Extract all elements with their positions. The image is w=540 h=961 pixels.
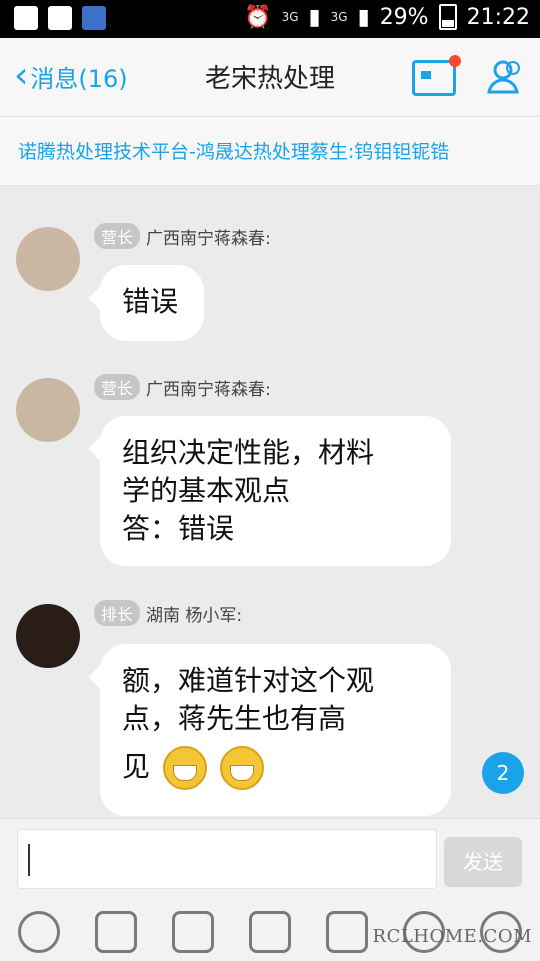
announcement-text: 诺腾热处理技术平台-鸿晟达热处理蔡生:钨钼钽铌锆	[18, 141, 450, 163]
clipboard-warning-icon	[14, 6, 38, 30]
microphone-icon[interactable]	[17, 911, 60, 953]
gallery-icon	[48, 6, 72, 30]
network-label-2: 3G	[330, 10, 348, 24]
message-line: 点，蒋先生也有高	[122, 702, 347, 735]
grin-emoji-icon	[162, 746, 207, 790]
message-line: 答：错误	[122, 512, 235, 545]
message-meta: 营长 广西南宁蒋森春:	[94, 223, 271, 249]
shield-app-icon	[82, 6, 106, 30]
sender-name: 广西南宁蒋森春:	[146, 379, 271, 400]
message-line: 额，难道针对这个观	[122, 664, 375, 697]
video-icon[interactable]	[94, 911, 137, 953]
camera-icon[interactable]	[248, 911, 291, 953]
status-bar: ⏰ 3G ▮ 3G ▮ 29% 21:22	[0, 0, 540, 38]
group-card-icon[interactable]	[412, 55, 461, 96]
message-line: 学的基本观点	[122, 474, 291, 507]
watermark: RCLHOME.COM	[372, 926, 532, 947]
grin-emoji-icon	[219, 746, 264, 790]
message-line-text: 见	[122, 750, 151, 783]
message-meta: 营长 广西南宁蒋森春:	[94, 374, 271, 400]
avatar[interactable]	[16, 378, 80, 442]
sender-name: 广西南宁蒋森春:	[146, 228, 271, 249]
title-bar: ‹ 消息(16) 老宋热处理	[0, 38, 540, 117]
announcement-bar[interactable]: 诺腾热处理技术平台-鸿晟达热处理蔡生:钨钼钽铌锆	[0, 117, 540, 186]
message-bubble[interactable]: 组织决定性能，材料 学的基本观点 答：错误	[100, 416, 451, 566]
members-icon[interactable]	[484, 56, 526, 98]
text-cursor	[28, 844, 30, 876]
rank-badge: 营长	[94, 374, 141, 400]
rank-badge: 排长	[94, 600, 141, 626]
message-line: 组织决定性能，材料	[122, 436, 375, 469]
avatar[interactable]	[16, 604, 80, 668]
alarm-icon: ⏰	[244, 4, 272, 30]
message-bubble[interactable]: 额，难道针对这个观 点，蒋先生也有高 见	[100, 644, 451, 816]
image-icon[interactable]	[171, 911, 214, 953]
battery-percent: 29%	[379, 4, 429, 30]
message-text: 错误	[122, 285, 179, 318]
battery-icon	[438, 4, 457, 30]
rank-badge: 营长	[94, 223, 141, 249]
signal-icon-2: ▮	[357, 4, 370, 30]
notification-dot	[449, 55, 461, 67]
composer-bar: 发送 RCLHOME.COM	[0, 818, 540, 961]
red-packet-icon[interactable]	[326, 911, 369, 953]
avatar[interactable]	[16, 227, 80, 291]
message-meta: 排长 湖南 杨小军:	[94, 600, 242, 626]
signal-icon: ▮	[308, 4, 321, 30]
message-line: 见	[122, 746, 429, 790]
sender-name: 湖南 杨小军:	[146, 605, 243, 626]
clock: 21:22	[466, 4, 530, 30]
send-button[interactable]: 发送	[444, 837, 522, 887]
network-label: 3G	[281, 10, 299, 24]
message-bubble[interactable]: 错误	[100, 265, 204, 341]
message-input[interactable]	[17, 829, 437, 889]
unread-count-badge[interactable]: 2	[482, 752, 524, 794]
